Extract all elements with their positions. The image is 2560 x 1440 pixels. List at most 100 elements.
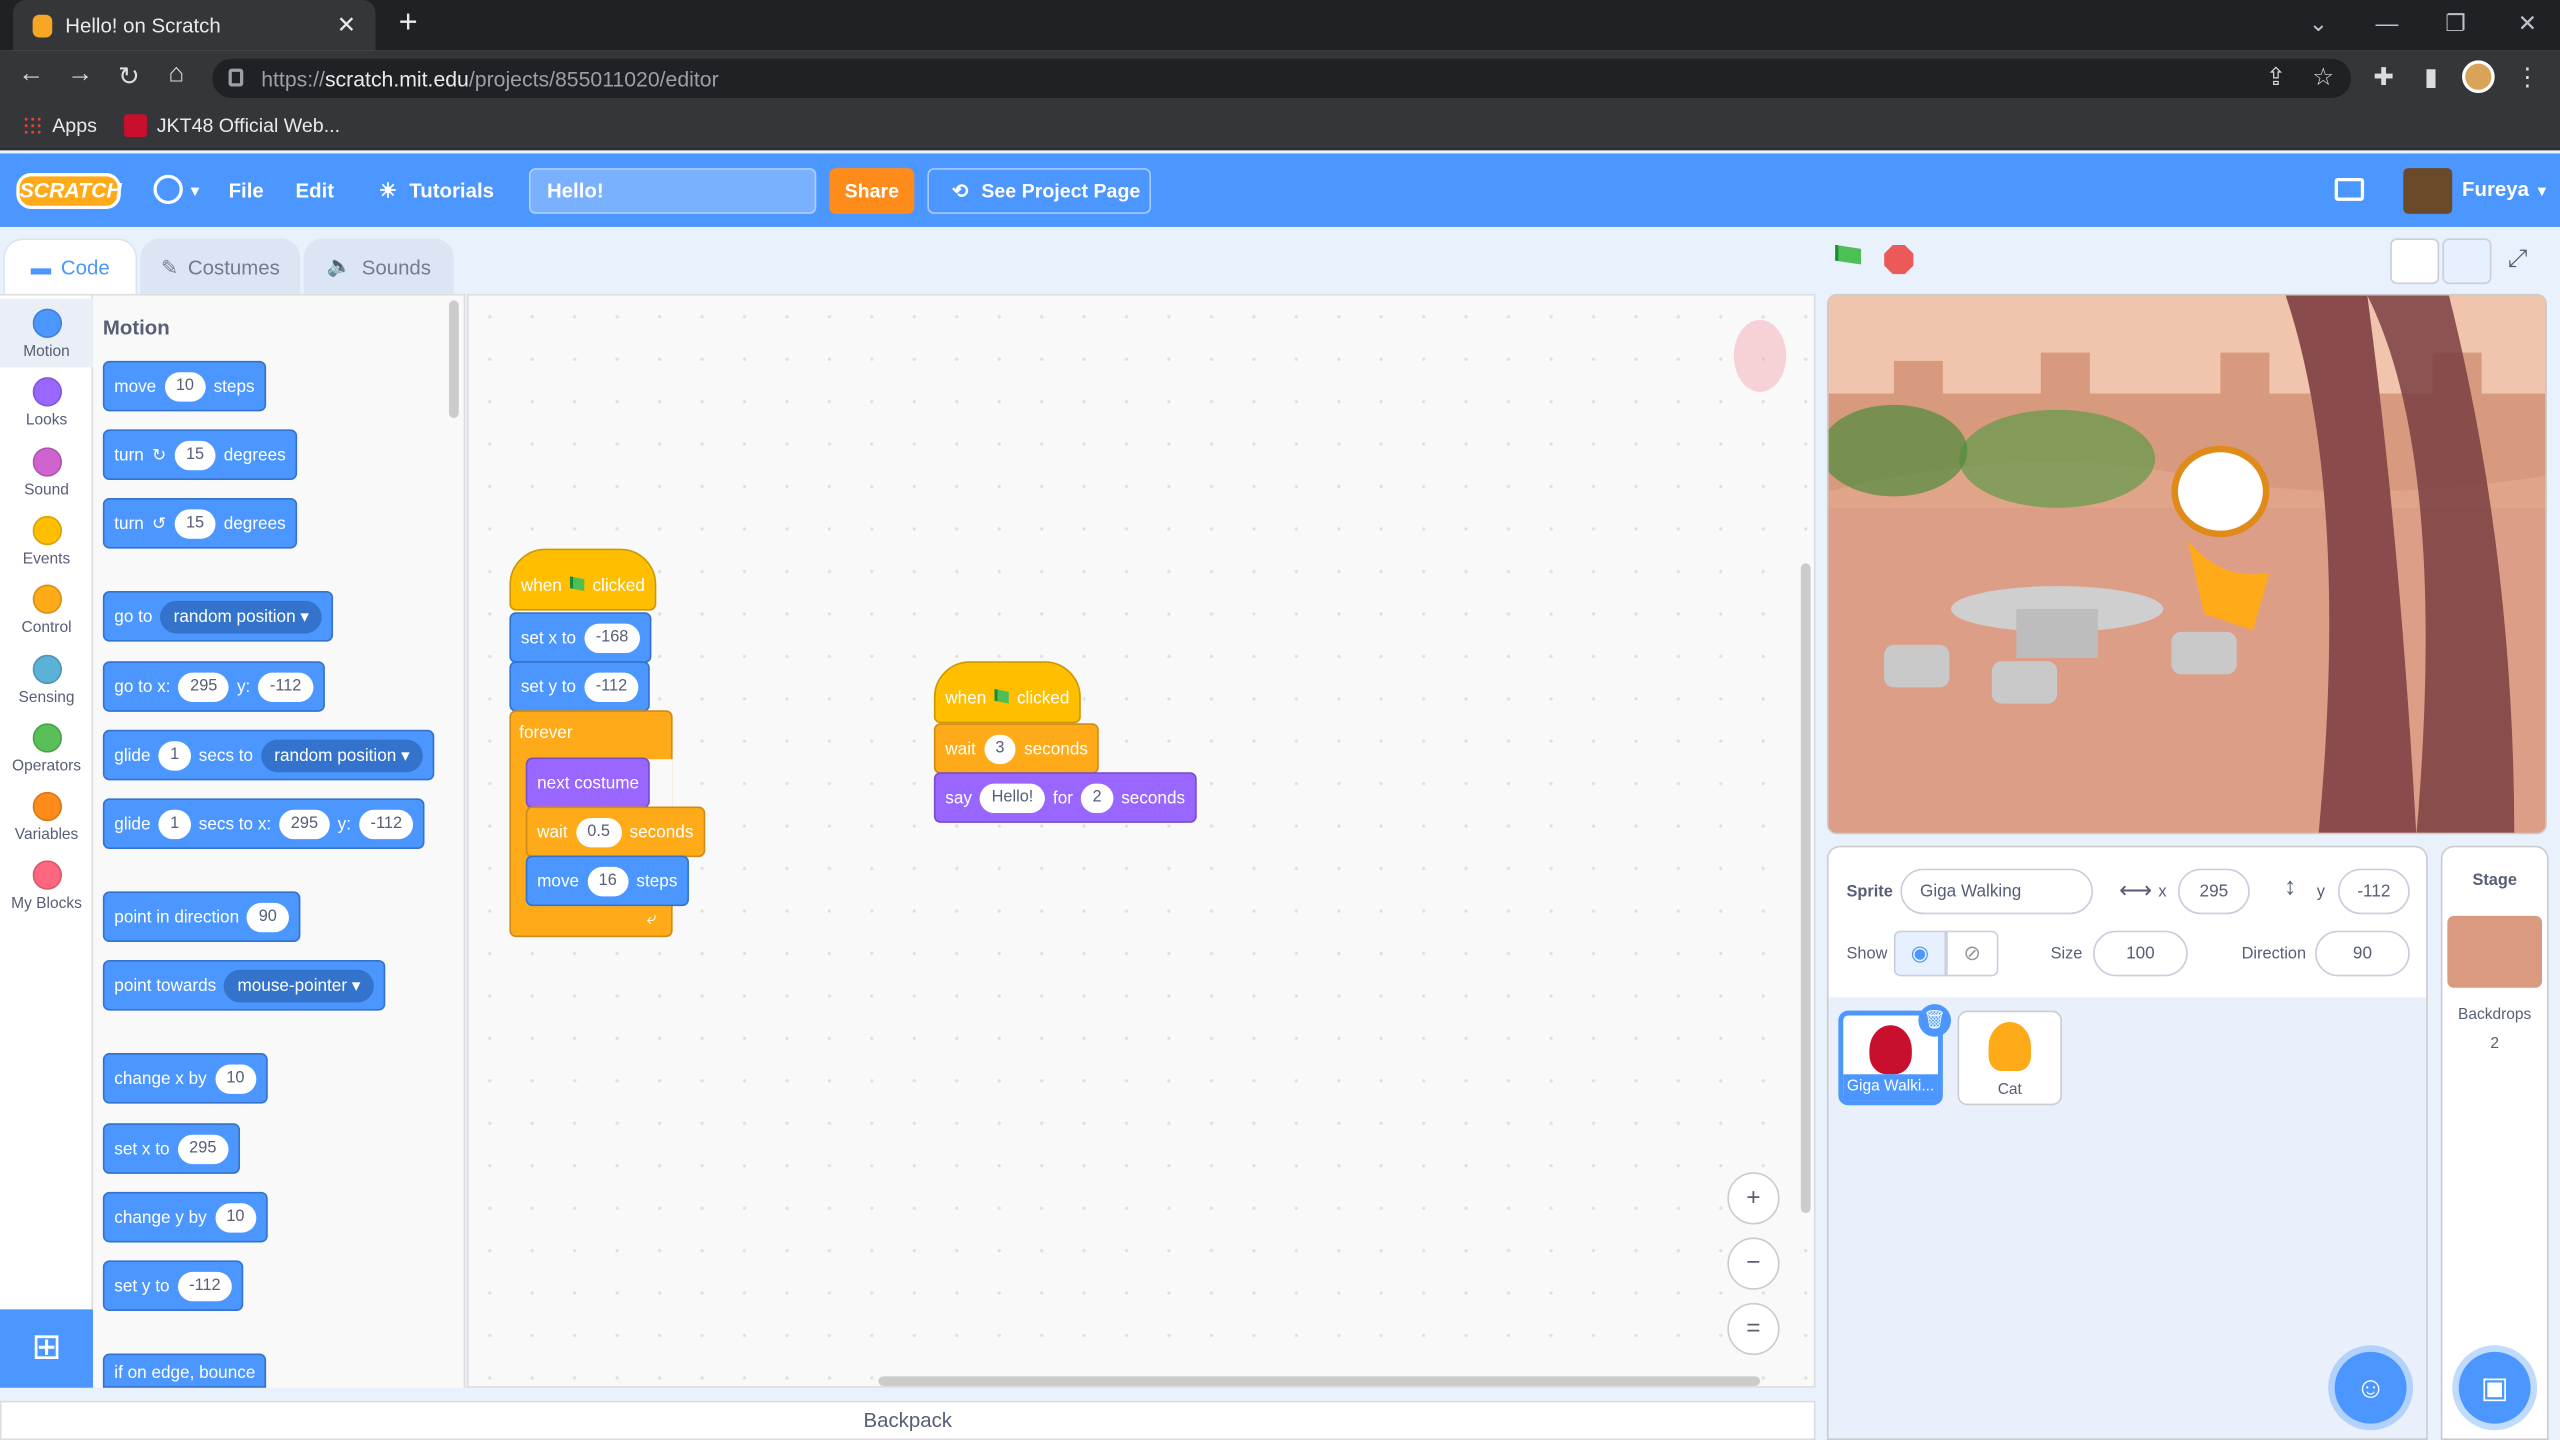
when-flag-clicked-hat[interactable]: when clicked [509, 548, 657, 611]
workspace-horizontal-scrollbar[interactable] [878, 1376, 1760, 1387]
block-go-to-xy[interactable]: go to x: 295 y: -112 [102, 661, 325, 712]
block-input[interactable]: -112 [584, 671, 639, 702]
tab-code[interactable]: ▬ Code [3, 238, 138, 294]
normal-stage-button[interactable] [2442, 238, 2492, 285]
category-sound[interactable]: Sound [0, 437, 93, 506]
block-bounce[interactable]: if on edge, bounce [102, 1353, 267, 1388]
address-bar[interactable]: https://scratch.mit.edu/projects/8550110… [212, 58, 2352, 98]
reload-icon[interactable]: ↻ [111, 60, 147, 93]
block-input[interactable]: 1 [158, 808, 191, 839]
block-set-x[interactable]: set x to 295 [102, 1123, 240, 1174]
see-project-page-button[interactable]: ⟲ See Project Page [927, 168, 1152, 214]
block-dropdown[interactable]: mouse-pointer ▾ [224, 968, 374, 1002]
sprite-name-input[interactable]: Giga Walking [1900, 868, 2094, 915]
window-close-icon[interactable]: ✕ [2511, 10, 2544, 38]
block-input[interactable]: 295 [178, 671, 229, 702]
bookmark-star-icon[interactable]: ☆ [2307, 62, 2340, 92]
category-looks[interactable]: Looks [0, 368, 93, 437]
block-input[interactable]: 0.5 [575, 817, 622, 847]
block-glide-to-xy[interactable]: glide 1 secs to x: 295 y: -112 [102, 798, 425, 849]
block-say-for-secs[interactable]: say Hello! for 2 seconds [933, 772, 1197, 823]
extensions-icon[interactable]: ✚ [2367, 62, 2400, 92]
block-change-x[interactable]: change x by 10 [102, 1053, 268, 1104]
size-input[interactable]: 100 [2093, 930, 2188, 977]
category-control[interactable]: Control [0, 575, 93, 644]
block-input[interactable]: Hello! [980, 782, 1045, 813]
share-page-icon[interactable]: ⇪ [2260, 62, 2293, 92]
edit-menu[interactable]: Edit [296, 176, 335, 205]
side-panel-icon[interactable]: ▮ [2415, 62, 2448, 92]
tutorials-menu[interactable]: ☀ Tutorials [379, 176, 494, 205]
category-variables[interactable]: Variables [0, 782, 93, 851]
block-input[interactable]: 3 [983, 733, 1016, 764]
block-input[interactable]: 10 [214, 1063, 256, 1094]
category-my-blocks[interactable]: My Blocks [0, 851, 93, 920]
project-title-input[interactable]: Hello! [528, 168, 817, 214]
hide-sprite-eye-icon[interactable]: ⊘ [1946, 930, 1999, 977]
restore-icon[interactable]: ❐ [2439, 10, 2472, 38]
stop-sign-button[interactable] [1884, 244, 1914, 275]
share-button[interactable]: Share [829, 168, 915, 214]
choose-sprite-button[interactable]: ☺ [2334, 1351, 2407, 1424]
block-set-y[interactable]: set y to -112 [102, 1260, 244, 1312]
user-avatar[interactable] [2403, 168, 2453, 214]
block-input[interactable]: -112 [177, 1271, 233, 1301]
back-icon[interactable]: ← [13, 60, 49, 89]
close-tab-icon[interactable]: ✕ [337, 11, 356, 39]
language-dropdown-caret-icon[interactable]: ▼ [188, 176, 203, 205]
palette-scrollbar[interactable] [448, 300, 459, 418]
choose-backdrop-button[interactable]: ▣ [2458, 1351, 2531, 1424]
new-tab-button[interactable]: + [392, 5, 425, 44]
stage-canvas[interactable] [1826, 293, 2547, 835]
block-input[interactable]: 295 [279, 808, 330, 839]
category-operators[interactable]: Operators [0, 713, 93, 782]
fullscreen-icon[interactable]: ⤢ [2508, 245, 2528, 273]
block-input[interactable]: 2 [1081, 782, 1114, 813]
zoom-out-button[interactable]: − [1727, 1237, 1780, 1290]
block-input[interactable]: 10 [214, 1202, 256, 1232]
direction-input[interactable]: 90 [2315, 930, 2410, 977]
lock-icon[interactable] [228, 68, 244, 87]
bookmark-jkt48[interactable]: JKT48 Official Web... [124, 114, 340, 138]
tab-search-icon[interactable]: ⌄ [2302, 10, 2335, 38]
minimize-icon[interactable]: — [2371, 10, 2404, 36]
block-wait[interactable]: wait 3 seconds [933, 723, 1100, 774]
backpack-bar[interactable]: Backpack [0, 1400, 1816, 1440]
block-set-y[interactable]: set y to -112 [509, 661, 651, 712]
block-next-costume[interactable]: next costume [525, 757, 651, 809]
block-input[interactable]: -112 [258, 671, 313, 702]
block-input[interactable]: 90 [247, 902, 289, 932]
forward-icon[interactable]: → [62, 60, 98, 89]
y-position-input[interactable]: -112 [2337, 868, 2410, 915]
add-extension-button[interactable]: ⊞ [0, 1309, 94, 1388]
block-glide-to[interactable]: glide 1 secs to random position ▾ [102, 729, 435, 781]
block-turn-right[interactable]: turn ↻ 15 degrees [102, 429, 298, 480]
block-input[interactable]: 1 [158, 740, 191, 770]
tab-sounds[interactable]: 🔈 Sounds [303, 238, 454, 294]
small-stage-button[interactable] [2390, 238, 2440, 285]
bookmark-apps[interactable]: Apps [22, 114, 97, 137]
account-menu[interactable]: Fureya ▼ [2462, 178, 2549, 201]
browser-tab[interactable]: Hello! on Scratch ✕ [13, 0, 376, 51]
block-input[interactable]: 16 [587, 866, 629, 896]
block-dropdown[interactable]: random position ▾ [160, 599, 323, 633]
zoom-reset-button[interactable]: = [1727, 1302, 1780, 1356]
block-go-to[interactable]: go to random position ▾ [102, 591, 334, 642]
sprite-thumb-cat[interactable]: Cat [1957, 1010, 2063, 1106]
green-flag-button[interactable] [1835, 244, 1868, 274]
block-input[interactable]: -168 [584, 622, 640, 653]
block-point-towards[interactable]: point towards mouse-pointer ▾ [102, 959, 385, 1011]
block-input[interactable]: 15 [174, 508, 216, 538]
block-move-steps[interactable]: move 10 steps [102, 360, 266, 412]
block-dropdown[interactable]: random position ▾ [261, 738, 423, 772]
block-input[interactable]: -112 [359, 808, 414, 839]
category-motion[interactable]: Motion [0, 298, 94, 368]
scratch-logo[interactable]: SCRATCH [16, 173, 122, 209]
home-icon[interactable]: ⌂ [158, 60, 194, 89]
block-move-steps[interactable]: move 16 steps [525, 855, 689, 907]
block-set-x[interactable]: set x to -168 [509, 612, 652, 663]
tab-costumes[interactable]: ✎ Costumes [140, 238, 301, 294]
file-menu[interactable]: File [229, 176, 264, 205]
block-input[interactable]: 15 [174, 439, 216, 470]
block-input[interactable]: 10 [164, 371, 206, 401]
